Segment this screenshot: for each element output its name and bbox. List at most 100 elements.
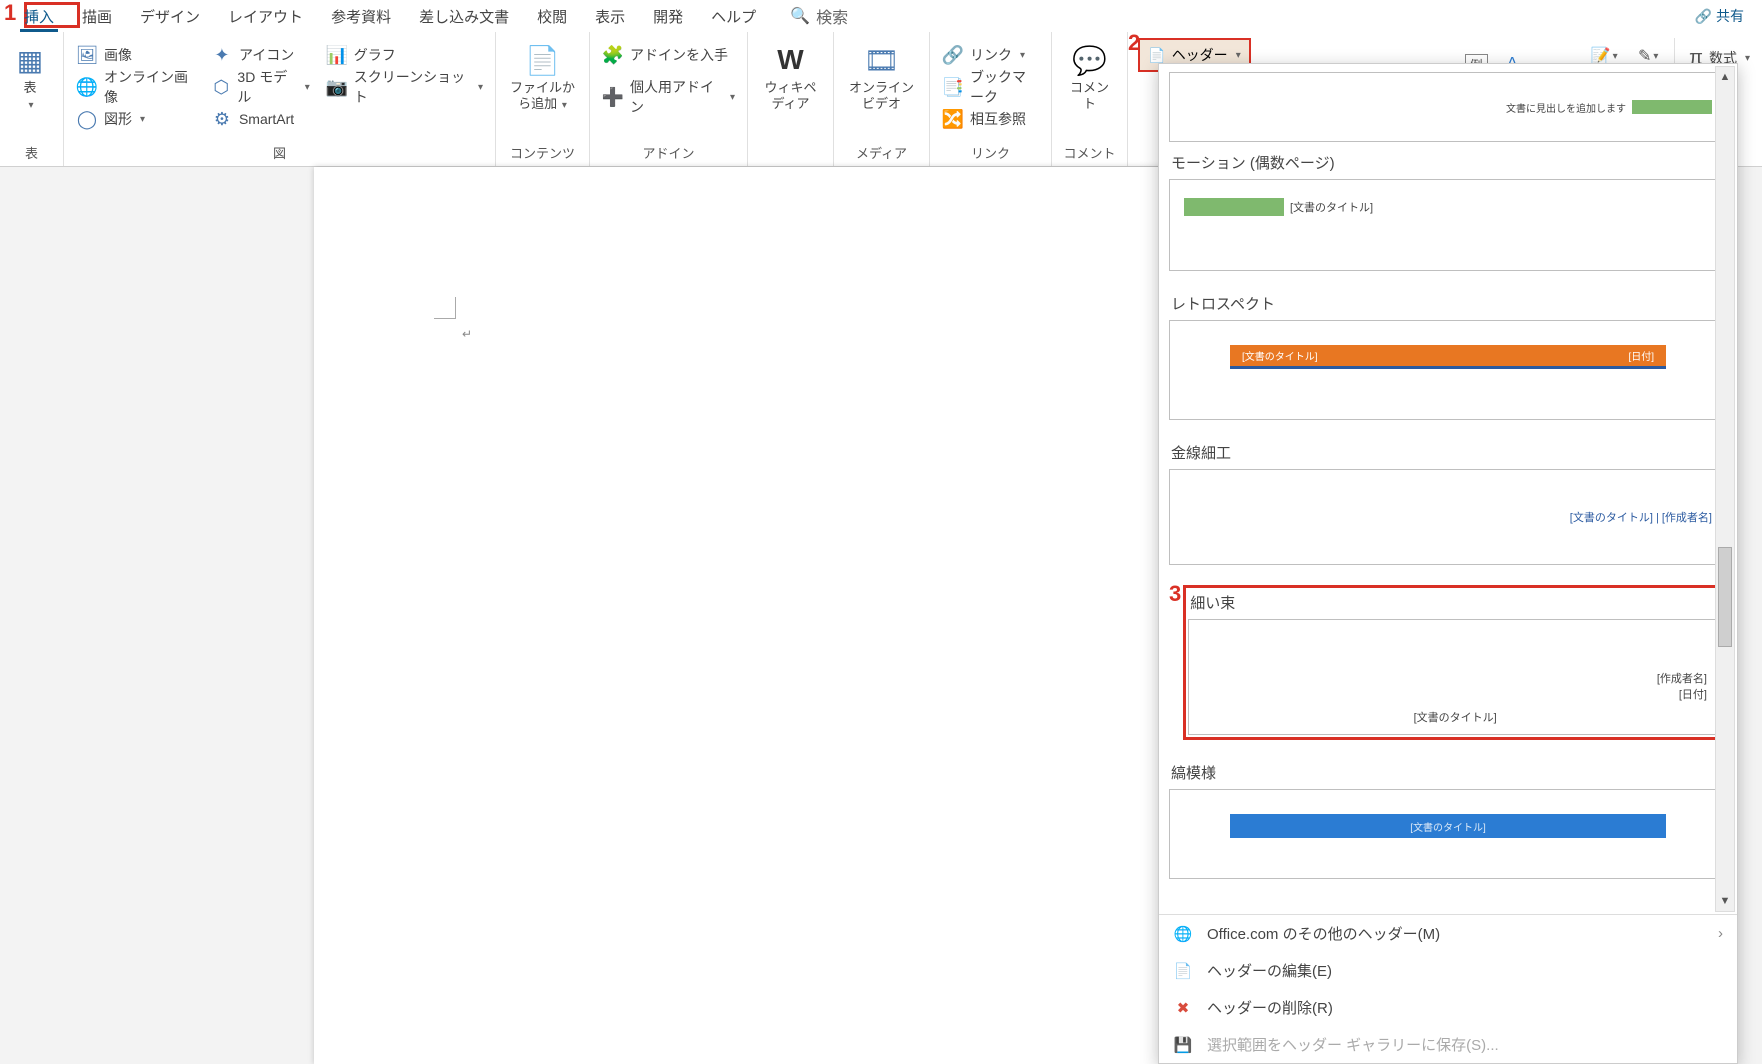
group-addins-label: アドイン (596, 141, 741, 164)
share-button[interactable]: 🔗 共有 (1687, 2, 1752, 30)
tab-developer[interactable]: 開発 (639, 2, 697, 31)
my-addins-icon: ➕ (602, 86, 624, 108)
gallery-item-preview-motion-even[interactable]: [文書のタイトル] (1169, 179, 1727, 271)
pictures-label: 画像 (104, 45, 132, 65)
group-content-label: コンテンツ (502, 141, 583, 164)
chevron-down-icon: ▾ (305, 82, 310, 93)
shapes-button[interactable]: ◯図形▾ (70, 104, 201, 134)
wikipedia-button[interactable]: W ウィキペディア (754, 40, 827, 113)
chart-button[interactable]: 📊グラフ (320, 40, 489, 70)
picture-icon: 🖼 (76, 44, 98, 66)
gallery-item-title: 縞模様 (1169, 756, 1727, 789)
chevron-down-icon: ▾ (140, 114, 145, 125)
3d-models-button[interactable]: ⬡3D モデル▾ (205, 72, 316, 102)
scroll-down-button[interactable]: ▼ (1716, 891, 1734, 911)
link-button[interactable]: 🔗リンク▾ (936, 40, 1045, 70)
chart-icon: 📊 (326, 44, 348, 66)
online-video-button[interactable]: 🎞 オンラインビデオ (840, 40, 923, 113)
group-media-label: メディア (840, 141, 923, 164)
remove-header-icon: ✖ (1173, 998, 1193, 1018)
chevron-down-icon: ▾ (730, 92, 735, 103)
tab-design[interactable]: デザイン (126, 2, 214, 31)
online-pictures-label: オンライン画像 (104, 67, 195, 107)
smartart-icon: ⚙ (211, 108, 233, 130)
gallery-item-preview-partial[interactable]: 文書に見出しを追加します (1169, 72, 1727, 142)
tab-help[interactable]: ヘルプ (697, 2, 770, 31)
link-icon: 🔗 (942, 44, 964, 66)
tab-layout[interactable]: レイアウト (214, 2, 317, 31)
save-gallery-icon: 💾 (1173, 1035, 1193, 1055)
comment-icon: 💬 (1072, 42, 1108, 78)
paragraph-mark: ↵ (462, 327, 472, 341)
gallery-item-title: レトロスペクト (1169, 287, 1727, 320)
tab-draw[interactable]: 描画 (68, 2, 126, 31)
chevron-down-icon: ▾ (1653, 51, 1658, 62)
group-comments: 💬 コメント コメント (1052, 32, 1128, 166)
gallery-footer: 🌐 Office.com のその他のヘッダー(M) › 📄 ヘッダーの編集(E)… (1159, 914, 1737, 1063)
smartart-button[interactable]: ⚙SmartArt (205, 104, 316, 134)
group-wikipedia-label (754, 145, 827, 164)
tab-insert[interactable]: 挿入 (10, 2, 68, 31)
tab-strip: 挿入 描画 デザイン レイアウト 参考資料 差し込み文書 校閲 表示 開発 ヘル… (0, 0, 1762, 32)
edit-header-label: ヘッダーの編集(E) (1207, 960, 1332, 981)
chevron-right-icon: › (1718, 925, 1723, 942)
tab-view[interactable]: 表示 (581, 2, 639, 31)
table-icon: ▦ (12, 42, 48, 78)
gallery-item-filigree: 金線細工 [文書のタイトル] | [作成者名] (1169, 436, 1727, 565)
save-to-gallery-button: 💾 選択範囲をヘッダー ギャラリーに保存(S)... (1159, 1026, 1737, 1063)
search-box[interactable]: 🔍 検索 (790, 4, 848, 28)
preview-date-token: [日付] (1628, 348, 1654, 363)
pictures-button[interactable]: 🖼 画像 (70, 40, 201, 70)
header-gallery-panel: 文書に見出しを追加します モーション (偶数ページ) [文書のタイトル] レトロ… (1158, 63, 1738, 1064)
wikipedia-label: ウィキペディア (760, 80, 821, 111)
preview-title-author-token: [文書のタイトル] | [作成者名] (1570, 512, 1712, 524)
my-addins-button[interactable]: ➕個人用アドイン▾ (596, 82, 741, 112)
group-tables-label: 表 (6, 141, 57, 164)
online-pictures-button[interactable]: 🌐オンライン画像 (70, 72, 201, 102)
remove-header-label: ヘッダーの削除(R) (1207, 997, 1333, 1018)
share-icon: 🔗 (1695, 8, 1712, 25)
gallery-item-preview-retrospect[interactable]: [文書のタイトル] [日付] (1169, 320, 1727, 420)
remove-header-button[interactable]: ✖ ヘッダーの削除(R) (1159, 989, 1737, 1026)
tables-label: 表 (23, 80, 36, 95)
icons-icon: ✦ (211, 44, 233, 66)
more-headers-label: Office.com のその他のヘッダー(M) (1207, 923, 1440, 944)
save-to-gallery-label: 選択範囲をヘッダー ギャラリーに保存(S)... (1207, 1034, 1499, 1055)
icons-button[interactable]: ✦アイコン (205, 40, 316, 70)
gallery-item-preview-filigree[interactable]: [文書のタイトル] | [作成者名] (1169, 469, 1727, 565)
bookmark-button[interactable]: 📑ブックマーク (936, 72, 1045, 102)
tab-references[interactable]: 参考資料 (317, 2, 405, 31)
video-icon: 🎞 (864, 42, 900, 78)
tab-review[interactable]: 校閲 (523, 2, 581, 31)
file-add-icon: 📄 (525, 42, 561, 78)
margin-guide (434, 297, 456, 319)
scroll-thumb[interactable] (1718, 547, 1732, 647)
gallery-item-preview-stripes[interactable]: [文書のタイトル] (1169, 789, 1727, 879)
scroll-up-button[interactable]: ▲ (1716, 67, 1734, 87)
more-headers-office-button[interactable]: 🌐 Office.com のその他のヘッダー(M) › (1159, 915, 1737, 952)
gallery-item-preview-thin-bundle[interactable]: [作成者名] [日付] [文書のタイトル] (1188, 619, 1722, 735)
chevron-down-icon: ▾ (478, 82, 483, 93)
screenshot-label: スクリーンショット (354, 67, 470, 107)
preview-author-token: [作成者名] (1203, 670, 1707, 686)
wikipedia-icon: W (773, 42, 809, 78)
get-addins-button[interactable]: 🧩アドインを入手 (596, 40, 741, 70)
cross-ref-button[interactable]: 🔀相互参照 (936, 104, 1045, 134)
preview-blue-bar: [文書のタイトル] (1230, 814, 1666, 838)
group-illustrations: 🖼画像 🌐オンライン画像 ◯図形▾ ✦アイコン ⬡3D モデル▾ ⚙SmartA… (64, 32, 496, 166)
screenshot-button[interactable]: 📷スクリーンショット▾ (320, 72, 489, 102)
gallery-item-title: 金線細工 (1169, 436, 1727, 469)
edit-header-button[interactable]: 📄 ヘッダーの編集(E) (1159, 952, 1737, 989)
tables-button[interactable]: ▦ 表▾ (6, 40, 54, 114)
chevron-down-icon: ▾ (1020, 50, 1025, 61)
document-page[interactable]: ↵ (314, 167, 1214, 1064)
chevron-down-icon: ▾ (1236, 50, 1241, 61)
tab-mailings[interactable]: 差し込み文書 (405, 2, 523, 31)
edit-header-icon: 📄 (1173, 961, 1193, 981)
gallery-scrollbar[interactable]: ▲ ▼ (1715, 66, 1735, 912)
header-dropdown-label: ヘッダー (1172, 45, 1228, 65)
online-picture-icon: 🌐 (76, 76, 98, 98)
callout-2: 2 (1128, 30, 1140, 56)
comment-button[interactable]: 💬 コメント (1058, 40, 1121, 113)
add-from-file-button[interactable]: 📄 ファイルから追加 ▾ (502, 40, 583, 114)
